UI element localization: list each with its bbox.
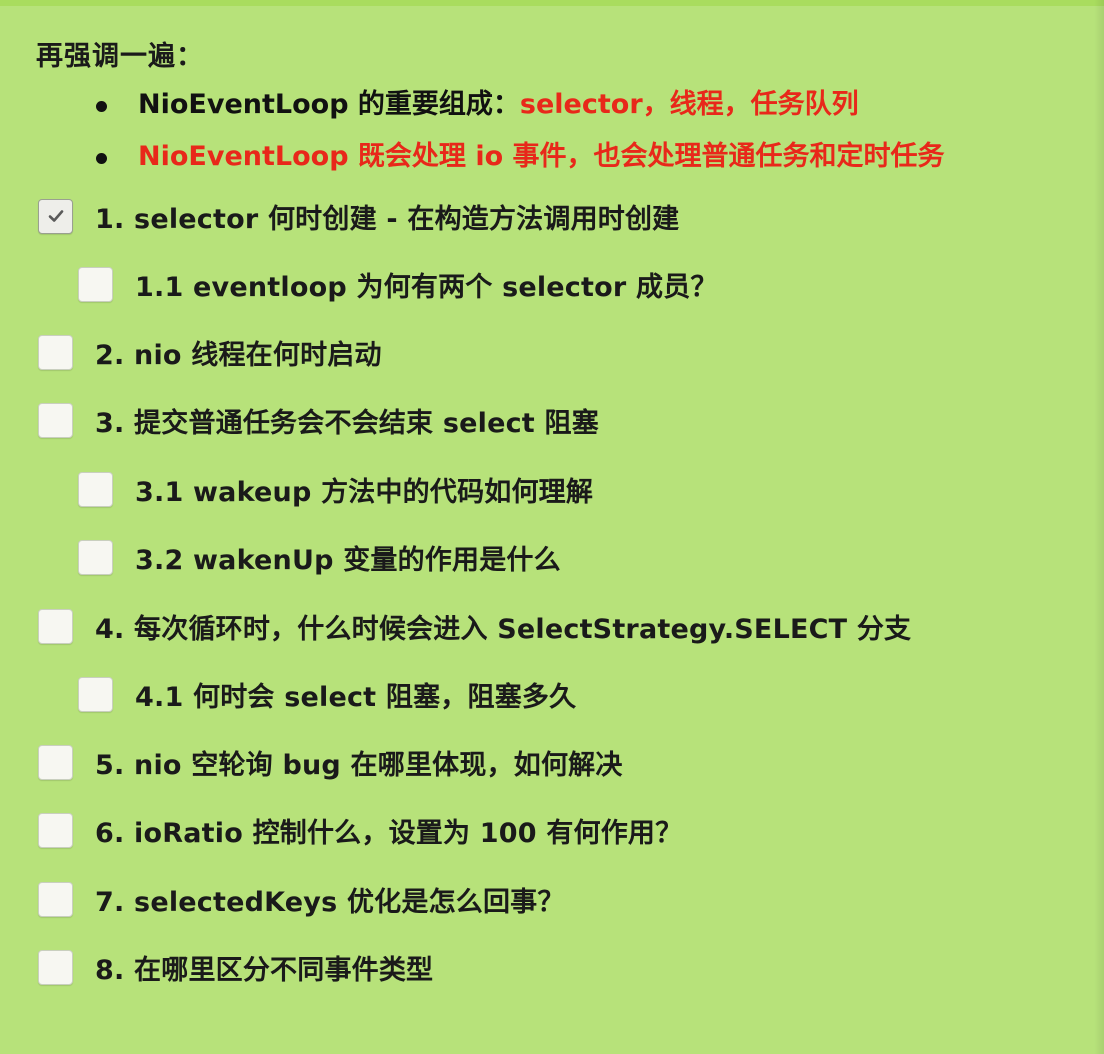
bullet-text: NioEventLoop 的重要组成：selector，线程，任务队列	[138, 82, 859, 128]
bullet-dot-icon	[96, 101, 107, 112]
task-label: 2. nio 线程在何时启动	[95, 339, 382, 371]
task-item-7[interactable]: 7. selectedKeys 优化是怎么回事？	[38, 879, 565, 919]
task-label: 3.2 wakenUp 变量的作用是什么	[135, 544, 561, 576]
task-checkbox[interactable]	[78, 676, 113, 712]
task-checkbox[interactable]	[38, 198, 73, 234]
task-checkbox[interactable]	[38, 949, 73, 985]
task-label: 3. 提交普通任务会不会结束 select 阻塞	[95, 407, 599, 439]
task-item-4[interactable]: 4. 每次循环时，什么时候会进入 SelectStrategy.SELECT 分…	[38, 606, 911, 646]
task-item-1-1[interactable]: 1.1 eventloop 为何有两个 selector 成员？	[78, 264, 718, 304]
task-item-3-2[interactable]: 3.2 wakenUp 变量的作用是什么	[78, 537, 561, 577]
task-checkbox[interactable]	[38, 402, 73, 438]
task-label: 5. nio 空轮询 bug 在哪里体现，如何解决	[95, 749, 623, 781]
bullet-dot-icon	[96, 153, 107, 164]
task-label: 4. 每次循环时，什么时候会进入 SelectStrategy.SELECT 分…	[95, 613, 912, 645]
check-icon	[48, 210, 63, 222]
task-checkbox[interactable]	[78, 539, 113, 575]
task-item-6[interactable]: 6. ioRatio 控制什么，设置为 100 有何作用？	[38, 810, 682, 850]
task-item-8[interactable]: 8. 在哪里区分不同事件类型	[38, 947, 433, 987]
task-label: 4.1 何时会 select 阻塞，阻塞多久	[135, 681, 577, 713]
task-checkbox[interactable]	[38, 812, 73, 848]
task-label: 3.1 wakeup 方法中的代码如何理解	[135, 476, 594, 508]
task-label: 7. selectedKeys 优化是怎么回事？	[95, 886, 565, 918]
bullet-prefix: NioEventLoop 的重要组成：	[138, 89, 520, 120]
task-item-2[interactable]: 2. nio 线程在何时启动	[38, 332, 382, 372]
task-item-3-1[interactable]: 3.1 wakeup 方法中的代码如何理解	[78, 469, 593, 509]
bullet-highlight: selector，线程，任务队列	[519, 89, 859, 120]
task-checkbox[interactable]	[38, 334, 73, 370]
bullet-text: NioEventLoop 既会处理 io 事件，也会处理普通任务和定时任务	[138, 134, 945, 180]
bullet-highlight: NioEventLoop 既会处理 io 事件，也会处理普通任务和定时任务	[138, 141, 945, 172]
task-checkbox[interactable]	[78, 471, 113, 507]
right-edge-shade	[1094, 0, 1104, 1054]
task-label: 8. 在哪里区分不同事件类型	[95, 954, 434, 986]
task-checkbox[interactable]	[38, 744, 73, 780]
task-item-4-1[interactable]: 4.1 何时会 select 阻塞，阻塞多久	[78, 674, 576, 714]
task-label: 1. selector 何时创建 - 在构造方法调用时创建	[95, 203, 680, 235]
task-label: 1.1 eventloop 为何有两个 selector 成员？	[135, 271, 718, 303]
top-edge-strip	[0, 0, 1104, 6]
task-checkbox[interactable]	[38, 881, 73, 917]
task-item-3[interactable]: 3. 提交普通任务会不会结束 select 阻塞	[38, 400, 599, 440]
task-checkbox[interactable]	[38, 608, 73, 644]
note-heading: 再强调一遍：	[36, 41, 204, 72]
task-item-1[interactable]: 1. selector 何时创建 - 在构造方法调用时创建	[38, 196, 679, 236]
task-checkbox[interactable]	[78, 266, 113, 302]
task-item-5[interactable]: 5. nio 空轮询 bug 在哪里体现，如何解决	[38, 742, 623, 782]
task-label: 6. ioRatio 控制什么，设置为 100 有何作用？	[95, 817, 683, 849]
